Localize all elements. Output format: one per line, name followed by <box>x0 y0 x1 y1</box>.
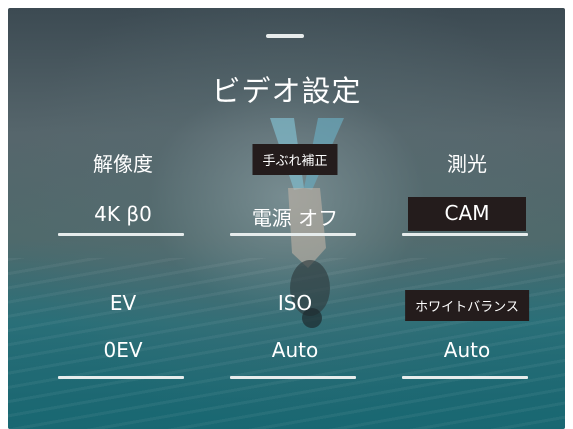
setting-resolution[interactable]: 解像度 4K β0 <box>48 144 198 244</box>
setting-underline <box>230 376 356 379</box>
setting-label: EV <box>109 291 137 315</box>
setting-value: CAM <box>408 197 526 231</box>
setting-underline <box>402 376 528 379</box>
setting-value: Auto <box>271 338 319 362</box>
setting-value: 4K β0 <box>94 202 152 226</box>
setting-underline <box>230 233 356 236</box>
setting-iso[interactable]: ISO Auto <box>220 288 370 388</box>
setting-value: 0EV <box>103 338 143 362</box>
setting-underline <box>402 233 528 236</box>
setting-value: Auto <box>443 338 491 362</box>
setting-underline <box>58 376 184 379</box>
setting-label: ISO <box>277 291 313 315</box>
setting-ev[interactable]: EV 0EV <box>48 288 198 388</box>
setting-white-balance[interactable]: ホワイトバランス Auto <box>392 288 542 388</box>
setting-value: 電源 オフ <box>251 206 339 230</box>
video-settings-screen: ビデオ設定 解像度 4K β0 手ぶれ補正 電源 オフ 測光 CAM EV 0E… <box>8 8 565 429</box>
setting-stabilization[interactable]: 手ぶれ補正 電源 オフ <box>220 144 370 244</box>
setting-metering[interactable]: 測光 CAM <box>392 144 542 244</box>
page-title: ビデオ設定 <box>211 74 362 108</box>
setting-label: 手ぶれ補正 <box>252 144 338 175</box>
setting-underline <box>58 233 184 236</box>
setting-label: 測光 <box>447 152 487 176</box>
setting-label: ホワイトバランス <box>405 290 529 321</box>
setting-label: 解像度 <box>93 152 153 176</box>
drag-handle[interactable] <box>266 34 304 38</box>
